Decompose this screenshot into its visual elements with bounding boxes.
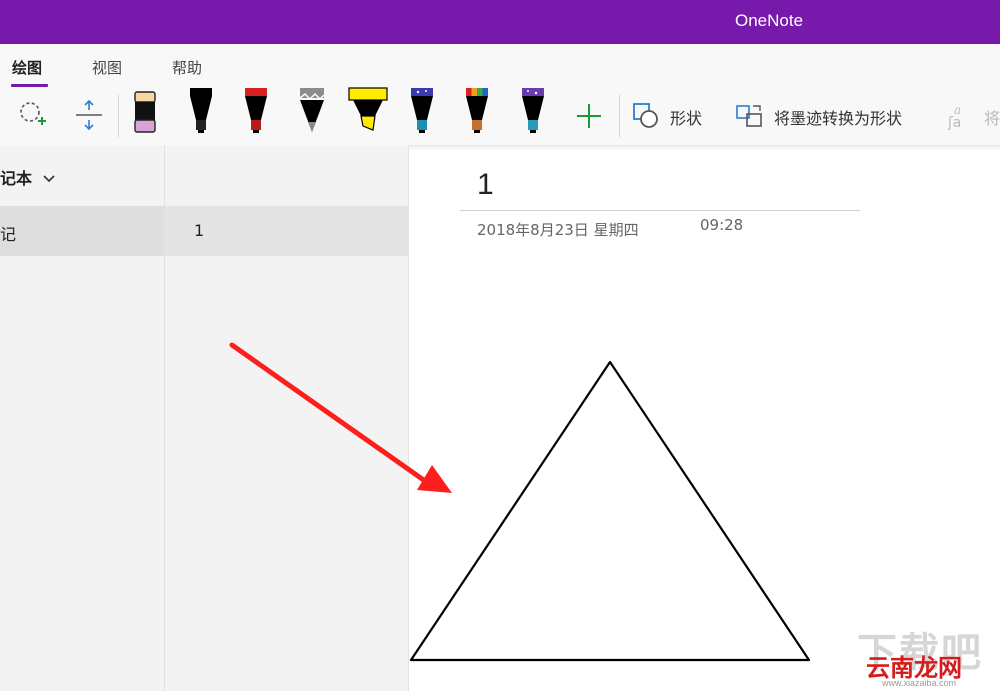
watermark-url: www.xiazaiba.com bbox=[882, 678, 957, 688]
red-arrow-shaft bbox=[229, 342, 428, 484]
drawn-triangle[interactable] bbox=[409, 360, 811, 662]
ink-canvas bbox=[229, 342, 811, 662]
